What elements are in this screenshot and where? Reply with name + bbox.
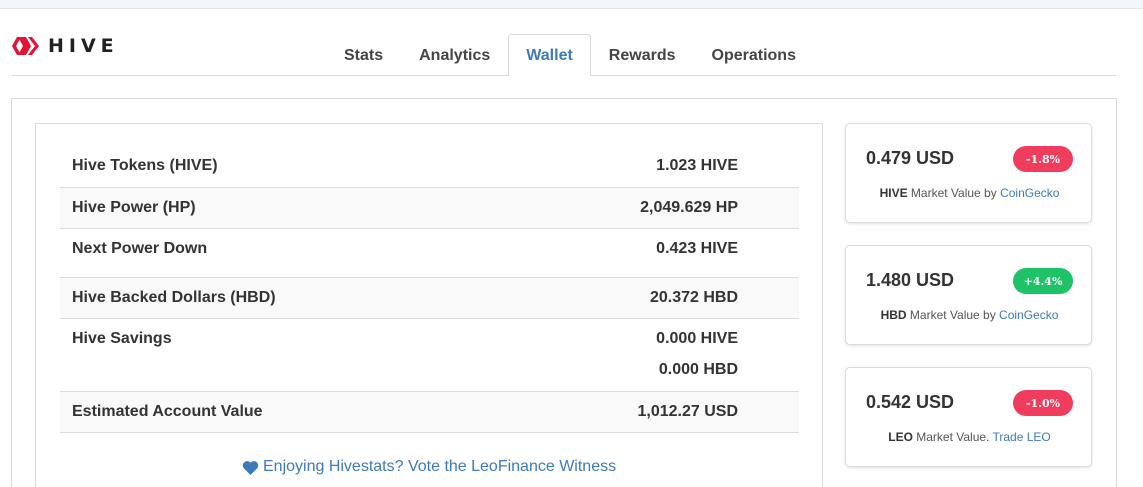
market-price: 0.542 USD (866, 392, 955, 412)
row-value: 0.423 HIVE (656, 240, 738, 257)
leo-market-card: 0.542 USD -1.0% LEO Market Value. Trade … (845, 367, 1092, 467)
vote-witness-text: Enjoying Hivestats? Vote the LeoFinance … (263, 458, 617, 475)
change-badge: +4.4% (1013, 268, 1073, 294)
row-value: 0.000 HIVE (656, 330, 738, 347)
hbd-market-card: 1.480 USD +4.4% HBD Market Value by Coin… (845, 245, 1092, 345)
row-label: Next Power Down (72, 240, 208, 257)
wallet-row-hive-power: Hive Power (HP) 2,049.629 HP (60, 188, 799, 229)
tab-analytics[interactable]: Analytics (401, 34, 508, 76)
hive-market-card: 0.479 USD -1.8% HIVE Market Value by Coi… (845, 123, 1092, 223)
caption-text: Market Value. (912, 430, 993, 444)
row-value: 1.023 HIVE (656, 157, 738, 174)
wallet-row-account-value: Estimated Account Value 1,012.27 USD (60, 392, 799, 433)
change-badge: -1.0% (1013, 390, 1073, 416)
row-label: Hive Power (HP) (72, 199, 196, 216)
row-label: Hive Tokens (HIVE) (72, 157, 218, 174)
market-caption: LEO Market Value. Trade LEO (846, 430, 1093, 444)
token-symbol: HIVE (879, 186, 908, 200)
wallet-row-next-power-down: Next Power Down 0.423 HIVE (60, 229, 799, 278)
tab-stats[interactable]: Stats (326, 34, 401, 76)
tab-wallet[interactable]: Wallet (508, 34, 591, 76)
coingecko-link[interactable]: CoinGecko (1000, 186, 1059, 200)
caption-text: Market Value by (906, 308, 1000, 322)
row-value: 0.000 HBD (658, 361, 738, 378)
row-label: Estimated Account Value (72, 403, 263, 420)
change-badge: -1.8% (1013, 146, 1073, 172)
tab-operations[interactable]: Operations (694, 34, 814, 76)
row-label: Hive Savings (72, 330, 172, 347)
wallet-row-hbd: Hive Backed Dollars (HBD) 20.372 HBD (60, 278, 799, 319)
row-value: 2,049.629 HP (640, 199, 738, 216)
top-strip (0, 0, 1143, 9)
brand-name: HIVE (48, 35, 119, 57)
token-symbol: LEO (888, 430, 913, 444)
wallet-row-savings: Hive Savings 0.000 HIVE 0.000 HBD (60, 319, 799, 392)
market-price: 0.479 USD (866, 148, 955, 168)
row-value: 20.372 HBD (649, 289, 738, 306)
market-caption: HBD Market Value by CoinGecko (846, 308, 1093, 322)
heart-icon (242, 460, 259, 475)
tab-bar: Stats Analytics Wallet Rewards Operation… (326, 34, 814, 76)
vote-witness-link[interactable]: Enjoying Hivestats? Vote the LeoFinance … (242, 458, 616, 476)
hive-logo-icon (12, 37, 39, 55)
trade-leo-link[interactable]: Trade LEO (993, 430, 1051, 444)
wallet-row-hive-tokens: Hive Tokens (HIVE) 1.023 HIVE (60, 146, 799, 188)
row-value: 1,012.27 USD (637, 403, 738, 420)
market-caption: HIVE Market Value by CoinGecko (846, 186, 1093, 200)
coingecko-link[interactable]: CoinGecko (999, 308, 1058, 322)
hive-logo[interactable]: HIVE (12, 34, 119, 58)
market-price: 1.480 USD (866, 270, 955, 290)
caption-text: Market Value by (907, 186, 1001, 200)
tab-rewards[interactable]: Rewards (591, 34, 694, 76)
wallet-table: Hive Tokens (HIVE) 1.023 HIVE Hive Power… (60, 146, 799, 433)
token-symbol: HBD (880, 308, 907, 322)
row-label: Hive Backed Dollars (HBD) (72, 289, 276, 306)
